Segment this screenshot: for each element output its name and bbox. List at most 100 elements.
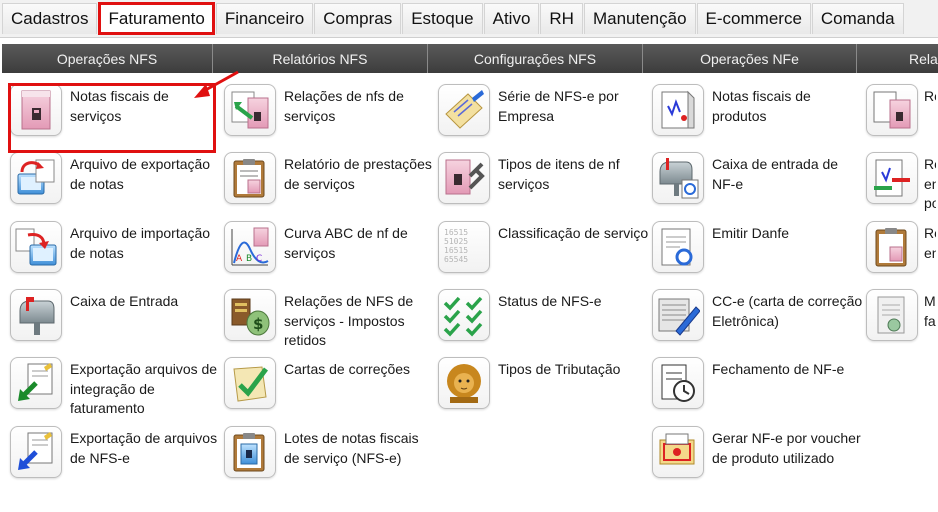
series-notepad-icon bbox=[438, 84, 490, 136]
menu-label: Arquivo de exportação de notas bbox=[70, 156, 211, 192]
menu-tipos-tributacao[interactable]: Tipos de Tributação bbox=[438, 357, 650, 423]
menu-label: Notas fiscais de serviços bbox=[70, 88, 169, 124]
menu-label: Gerar NF-e por voucher de produto utiliz… bbox=[712, 430, 861, 466]
menu-label: Cartas de correções bbox=[284, 361, 411, 377]
abc-curve-icon: ABC bbox=[224, 221, 276, 273]
lion-icon bbox=[438, 357, 490, 409]
export-nfse-icon bbox=[10, 426, 62, 478]
menu-label: Relatório de prestações de serviços bbox=[284, 156, 432, 192]
menu-tipos-itens-nf[interactable]: Tipos de itens de nf serviços bbox=[438, 152, 650, 218]
invoice-relations-icon bbox=[224, 84, 276, 136]
menu-label: Caixa de entrada de NF-e bbox=[712, 156, 839, 192]
report-b-icon bbox=[866, 152, 918, 204]
svg-text:A: A bbox=[236, 254, 243, 264]
menu-lotes-notas-fiscais[interactable]: Lotes de notas fiscais de serviço (NFS-e… bbox=[224, 426, 436, 492]
svg-text:65545: 65545 bbox=[444, 255, 468, 264]
svg-text:B: B bbox=[246, 254, 252, 264]
svg-text:51025: 51025 bbox=[444, 237, 468, 246]
menu-label: Emitir Danfe bbox=[712, 225, 790, 241]
mailbox-icon bbox=[10, 289, 62, 341]
report-d-icon bbox=[866, 289, 918, 341]
tab-rh[interactable]: RH bbox=[540, 3, 583, 34]
menu-label: M fa bbox=[924, 293, 936, 329]
report-a-icon bbox=[866, 84, 918, 136]
svg-text:16515: 16515 bbox=[444, 228, 468, 237]
section-configuracoes-nfs: Configurações NFS bbox=[428, 44, 643, 73]
menu-label: Relações de NFS de serviços - Impostos r… bbox=[284, 293, 414, 348]
menu-relacoes-nfs-servicos[interactable]: Relações de nfs de serviços bbox=[224, 84, 436, 150]
svg-text:$: $ bbox=[253, 315, 263, 333]
export-integration-icon bbox=[10, 357, 62, 409]
menu-relatorio-prestacoes-servicos[interactable]: Relatório de prestações de serviços bbox=[224, 152, 436, 218]
tab-estoque[interactable]: Estoque bbox=[402, 3, 483, 34]
menu-label: Re en po bbox=[924, 156, 936, 211]
module-tab-bar: Cadastros Faturamento Financeiro Compras… bbox=[0, 0, 938, 38]
menu-notas-fiscais-produtos[interactable]: Notas fiscais de produtos bbox=[652, 84, 864, 150]
menu-notas-fiscais-servicos[interactable]: Notas fiscais de serviços bbox=[10, 84, 222, 150]
tab-compras[interactable]: Compras bbox=[314, 3, 402, 34]
tab-financeiro[interactable]: Financeiro bbox=[215, 3, 314, 34]
tab-manutencao[interactable]: Manutenção bbox=[583, 3, 696, 34]
section-operacoes-nfe: Operações NFe bbox=[643, 44, 857, 73]
svg-text:C: C bbox=[256, 254, 262, 264]
menu-arquivo-exportacao-notas[interactable]: Arquivo de exportação de notas bbox=[10, 152, 222, 218]
menu-serie-nfse-empresa[interactable]: Série de NFS-e por Empresa bbox=[438, 84, 650, 150]
menu-label: Relações de nfs de serviços bbox=[284, 88, 404, 124]
menu-status-nfse[interactable]: Status de NFS-e bbox=[438, 289, 650, 355]
closing-clock-icon bbox=[652, 357, 704, 409]
menu-exportacao-arquivos-nfse[interactable]: Exportação de arquivos de NFS-e bbox=[10, 426, 222, 492]
import-file-icon bbox=[10, 221, 62, 273]
menu-label: Fechamento de NF-e bbox=[712, 361, 845, 377]
menu-caixa-entrada[interactable]: Caixa de Entrada bbox=[10, 289, 222, 355]
menu-label: Série de NFS-e por Empresa bbox=[498, 88, 619, 124]
menu-curva-abc[interactable]: ABC Curva ABC de nf de serviços bbox=[224, 221, 436, 287]
menu-label: Status de NFS-e bbox=[498, 293, 602, 309]
cce-letter-icon bbox=[652, 289, 704, 341]
menu-exportacao-arquivos-integracao[interactable]: Exportação arquivos de integração de fat… bbox=[10, 357, 222, 423]
menu-label: Arquivo de importação de notas bbox=[70, 225, 211, 261]
correction-check-icon bbox=[224, 357, 276, 409]
menu-label: Exportação arquivos de integração de fat… bbox=[70, 361, 218, 416]
export-file-icon bbox=[10, 152, 62, 204]
menu-label: Curva ABC de nf de serviços bbox=[284, 225, 408, 261]
menu-cartas-correcoes[interactable]: Cartas de correções bbox=[224, 357, 436, 423]
tab-ativo[interactable]: Ativo bbox=[483, 3, 540, 34]
nfe-mailbox-icon bbox=[652, 152, 704, 204]
menu-relacoes-impostos-retidos[interactable]: $ Relações de NFS de serviços - Impostos… bbox=[224, 289, 436, 355]
section-header-bar: Operações NFS Relatórios NFS Configuraçõ… bbox=[2, 44, 938, 73]
menu-relatorio-nfe-2[interactable]: Re en po bbox=[866, 152, 938, 218]
batch-invoice-icon bbox=[224, 426, 276, 478]
menu-gerar-nfe-voucher[interactable]: Gerar NF-e por voucher de produto utiliz… bbox=[652, 426, 864, 492]
menu-label: Caixa de Entrada bbox=[70, 293, 179, 309]
tab-cadastros[interactable]: Cadastros bbox=[2, 3, 98, 34]
classification-numbers-icon: 16515 51025 16515 65545 bbox=[438, 221, 490, 273]
tab-comanda[interactable]: Comanda bbox=[811, 3, 904, 34]
menu-fechamento-nfe[interactable]: Fechamento de NF-e bbox=[652, 357, 864, 423]
menu-label: Exportação de arquivos de NFS-e bbox=[70, 430, 218, 466]
menu-label: Re bbox=[924, 88, 936, 104]
item-types-icon bbox=[438, 152, 490, 204]
svg-text:16515: 16515 bbox=[444, 246, 468, 255]
menu-relatorio-nfe-4[interactable]: M fa bbox=[866, 289, 938, 355]
menu-label: Re en bbox=[924, 225, 936, 261]
voucher-icon bbox=[652, 426, 704, 478]
menu-caixa-entrada-nfe[interactable]: Caixa de entrada de NF-e bbox=[652, 152, 864, 218]
menu-cce-carta-correcao[interactable]: CC-e (carta de correção Eletrônica) bbox=[652, 289, 864, 355]
menu-label: Tipos de Tributação bbox=[498, 361, 621, 377]
menu-label: Tipos de itens de nf serviços bbox=[498, 156, 620, 192]
tax-money-icon: $ bbox=[224, 289, 276, 341]
menu-relatorio-nfe-3[interactable]: Re en bbox=[866, 221, 938, 287]
status-checks-icon bbox=[438, 289, 490, 341]
tab-faturamento[interactable]: Faturamento bbox=[98, 2, 215, 35]
tab-ecommerce[interactable]: E-commerce bbox=[696, 3, 811, 34]
menu-classificacao-servico[interactable]: 16515 51025 16515 65545 Classificação de se… bbox=[438, 221, 650, 287]
section-operacoes-nfs: Operações NFS bbox=[2, 44, 213, 73]
menu-label: Notas fiscais de produtos bbox=[712, 88, 811, 124]
menu-arquivo-importacao-notas[interactable]: Arquivo de importação de notas bbox=[10, 221, 222, 287]
clipboard-report-icon bbox=[224, 152, 276, 204]
product-invoice-icon bbox=[652, 84, 704, 136]
section-relatorios-nfe: Rela bbox=[909, 50, 938, 67]
menu-relatorio-nfe-1[interactable]: Re bbox=[866, 84, 938, 150]
danfe-icon bbox=[652, 221, 704, 273]
menu-emitir-danfe[interactable]: Emitir Danfe bbox=[652, 221, 864, 287]
